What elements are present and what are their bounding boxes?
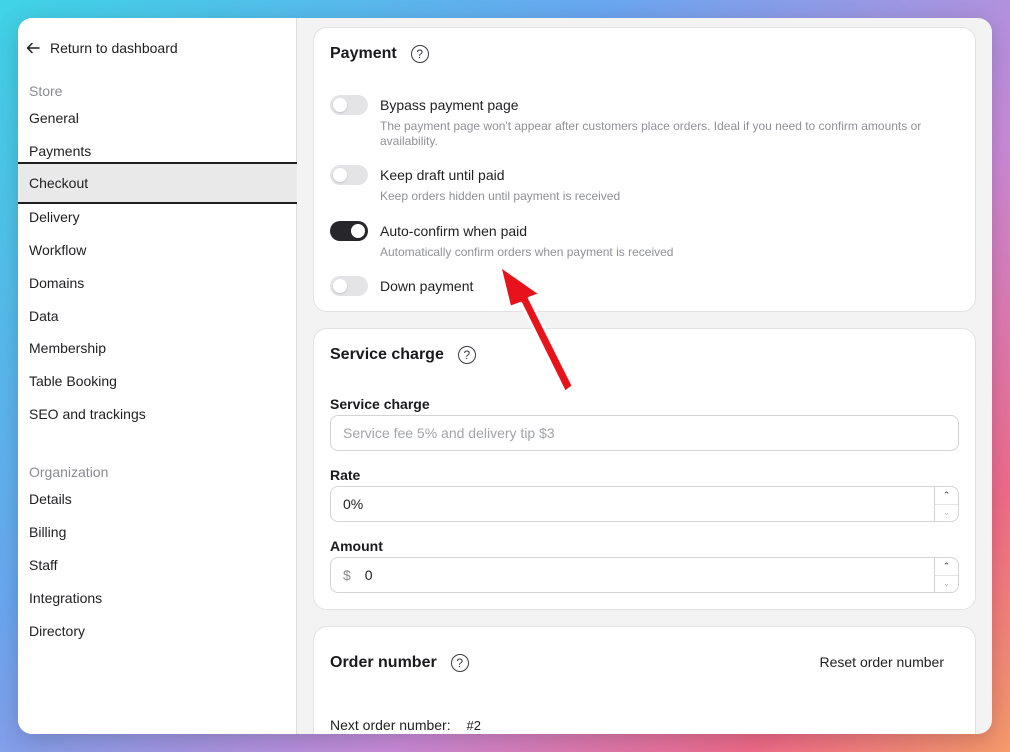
payment-card: Payment ? Bypass payment page The paymen… <box>313 27 976 312</box>
rate-value: 0% <box>343 496 364 512</box>
sidebar-item-details[interactable]: Details <box>18 482 297 515</box>
bypass-payment-page-label: Bypass payment page <box>380 97 519 113</box>
question-circle-icon[interactable]: ? <box>410 45 429 63</box>
currency-prefix: $ <box>343 567 351 583</box>
order-number-title: Order number <box>330 654 437 671</box>
service-charge-name-label: Service charge <box>330 396 430 412</box>
keep-draft-until-paid-description: Keep orders hidden until payment is rece… <box>380 189 621 203</box>
return-to-dashboard-link[interactable]: Return to dashboard <box>26 38 178 58</box>
arrow-left-icon <box>26 42 40 54</box>
next-order-number-label: Next order number: <box>330 717 451 733</box>
sidebar-item-domains[interactable]: Domains <box>18 266 297 299</box>
next-order-number-value: #2 <box>466 718 481 733</box>
chevron-down-icon[interactable]: ⌄ <box>935 503 958 522</box>
settings-sidebar: Return to dashboard Store General Paymen… <box>18 18 297 734</box>
sidebar-item-table-booking[interactable]: Table Booking <box>18 364 297 397</box>
sidebar-item-staff[interactable]: Staff <box>18 548 297 581</box>
checkout-settings-main: Payment ? Bypass payment page The paymen… <box>298 18 992 734</box>
auto-confirm-when-paid-label: Auto-confirm when paid <box>380 223 528 239</box>
sidebar-item-seo-and-trackings[interactable]: SEO and trackings <box>18 397 297 430</box>
amount-stepper[interactable]: ⌃ ⌄ <box>934 558 958 592</box>
service-charge-title: Service charge <box>330 346 444 363</box>
keep-draft-until-paid-label: Keep draft until paid <box>380 167 505 183</box>
chevron-up-icon[interactable]: ⌃ <box>935 487 958 504</box>
bypass-payment-page-toggle[interactable] <box>330 95 368 115</box>
sidebar-item-integrations[interactable]: Integrations <box>18 581 297 614</box>
service-charge-card-header: Service charge ? <box>330 346 476 364</box>
rate-stepper[interactable]: ⌃ ⌄ <box>934 487 958 521</box>
return-to-dashboard-label: Return to dashboard <box>50 40 178 56</box>
question-circle-icon[interactable]: ? <box>457 346 476 364</box>
sidebar-item-data[interactable]: Data <box>18 299 297 332</box>
payment-title: Payment <box>330 45 397 62</box>
amount-label: Amount <box>330 538 383 554</box>
sidebar-item-checkout[interactable]: Checkout <box>18 162 297 204</box>
next-order-number: Next order number: #2 <box>330 717 481 733</box>
auto-confirm-when-paid-description: Automatically confirm orders when paymen… <box>380 245 674 259</box>
down-payment-toggle[interactable] <box>330 276 368 296</box>
organization-section-label: Organization <box>29 464 109 480</box>
rate-label: Rate <box>330 467 361 483</box>
sidebar-item-general[interactable]: General <box>18 101 297 134</box>
reset-order-number-button[interactable]: Reset order number <box>819 654 944 670</box>
payment-card-header: Payment ? <box>330 45 429 63</box>
amount-input[interactable]: $ 0 ⌃ ⌄ <box>330 557 959 593</box>
auto-confirm-when-paid-toggle[interactable] <box>330 221 368 241</box>
service-charge-card: Service charge ? Service charge Rate 0% … <box>313 328 976 610</box>
order-number-card: Order number ? Reset order number Next o… <box>313 626 976 734</box>
chevron-up-icon[interactable]: ⌃ <box>935 558 958 575</box>
sidebar-item-delivery[interactable]: Delivery <box>18 200 297 233</box>
bypass-payment-page-description: The payment page won't appear after cust… <box>380 119 922 148</box>
sidebar-item-workflow[interactable]: Workflow <box>18 233 297 266</box>
sidebar-item-membership[interactable]: Membership <box>18 331 297 364</box>
store-section-label: Store <box>29 83 63 99</box>
question-circle-icon[interactable]: ? <box>450 654 469 672</box>
sidebar-item-billing[interactable]: Billing <box>18 515 297 548</box>
rate-input[interactable]: 0% ⌃ ⌄ <box>330 486 959 522</box>
down-payment-label: Down payment <box>380 278 474 294</box>
app-window: Return to dashboard Store General Paymen… <box>18 18 992 734</box>
amount-value: 0 <box>364 567 373 583</box>
chevron-down-icon[interactable]: ⌄ <box>935 574 958 593</box>
order-number-card-header: Order number ? <box>330 654 469 672</box>
service-charge-name-input[interactable] <box>330 415 959 451</box>
keep-draft-until-paid-toggle[interactable] <box>330 165 368 185</box>
sidebar-item-directory[interactable]: Directory <box>18 614 297 647</box>
